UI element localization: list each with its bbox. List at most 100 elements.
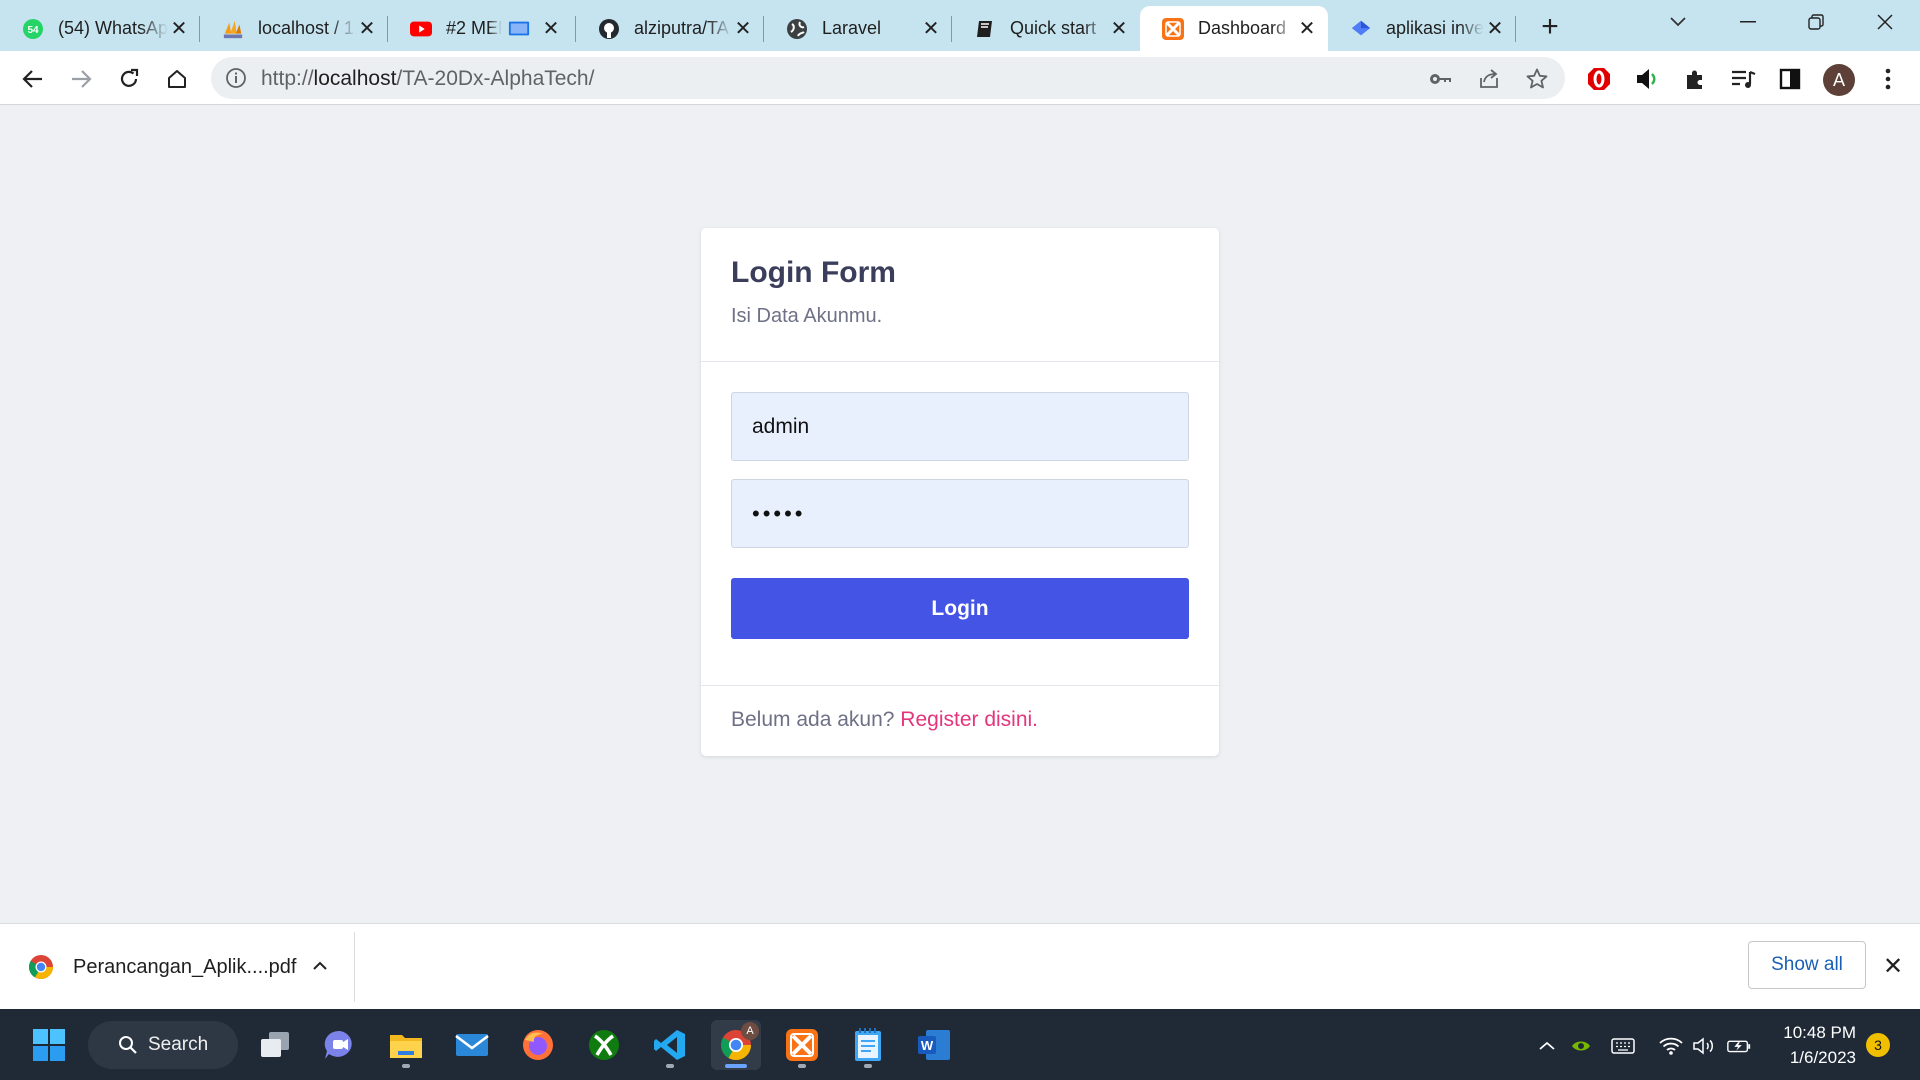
side-panel-icon[interactable] [1776,65,1804,93]
puzzle-extensions-icon[interactable] [1681,65,1709,93]
show-all-button[interactable]: Show all [1748,941,1866,989]
url-scheme: http:// [261,67,314,90]
reload-button[interactable] [111,61,147,97]
keyboard-icon[interactable] [1610,1033,1636,1059]
profile-avatar[interactable]: A [1823,64,1855,96]
new-tab-button[interactable]: + [1533,10,1567,44]
restore-button[interactable] [1783,0,1849,44]
close-icon[interactable]: ✕ [1484,18,1506,40]
wifi-icon[interactable] [1658,1033,1684,1059]
volume-extension-icon[interactable] [1633,65,1661,93]
url-path: /TA-20Dx-AlphaTech/ [396,67,595,90]
media-queue-icon[interactable] [1729,65,1757,93]
search-icon [119,1036,137,1054]
login-button[interactable]: Login [731,578,1189,639]
tab-github[interactable]: alziputra/TA ✕ [576,6,764,51]
close-icon[interactable]: ✕ [732,18,754,40]
whatsapp-icon: 54 [22,18,44,40]
diamond-icon [1350,18,1372,40]
close-icon[interactable]: ✕ [1108,18,1130,40]
task-view-icon[interactable] [250,1020,300,1070]
url-host: localhost [313,67,397,90]
kebab-menu-icon[interactable] [1874,65,1902,93]
close-icon[interactable]: ✕ [356,18,378,40]
card-header: Login Form Isi Data Akunmu. [701,228,1219,362]
card-body: admin ••••• Login [701,362,1219,686]
tab-separator [1515,16,1516,42]
taskbar-search[interactable]: Search [88,1021,238,1069]
forward-button[interactable] [63,61,99,97]
clock-time: 10:48 PM [1783,1023,1856,1042]
tab-phpmyadmin[interactable]: localhost / 127.0.0.1 ✕ [200,6,388,51]
battery-charging-icon[interactable] [1726,1033,1752,1059]
key-icon[interactable] [1429,67,1453,91]
share-icon[interactable] [1477,67,1501,91]
screen-share-icon [508,18,530,40]
tab-search-chevron-icon[interactable] [1645,0,1711,44]
back-button[interactable] [15,61,51,97]
tab-title: (54) WhatsApp [58,18,168,38]
register-link[interactable]: Register disini. [900,708,1038,731]
xampp-icon [1162,17,1184,40]
running-indicator [402,1064,410,1068]
close-icon[interactable]: ✕ [540,18,562,40]
notepad-icon[interactable] [843,1020,893,1070]
teams-chat-icon[interactable] [315,1020,365,1070]
card-footer: Belum ada akun? Register disini. [701,686,1219,732]
book-icon [974,18,996,40]
tab-youtube[interactable]: #2 MEN ✕ [388,6,576,51]
globe-icon [786,18,808,40]
file-explorer-icon[interactable] [381,1020,431,1070]
show-hidden-icons-chevron[interactable] [1534,1033,1560,1059]
close-icon[interactable]: ✕ [920,18,942,40]
tab-title: Laravel [822,18,882,38]
volume-icon[interactable] [1692,1033,1718,1059]
url-text[interactable]: http://localhost/TA-20Dx-AlphaTech/ [261,67,594,91]
page-viewport: Login Form Isi Data Akunmu. admin ••••• … [0,106,1920,923]
windows-taskbar: Search A W 10:48 PM 1/6/2023 3 [0,1009,1920,1080]
running-indicator [725,1064,747,1068]
firefox-icon[interactable] [513,1020,563,1070]
address-bar[interactable]: http://localhost/TA-20Dx-AlphaTech/ [211,57,1565,99]
phpmyadmin-icon [222,18,244,40]
tab-dashboard[interactable]: Dashboard ✕ [1140,6,1328,51]
minimize-button[interactable] [1715,0,1781,44]
tab-whatsapp[interactable]: 54 (54) WhatsApp ✕ [0,6,200,51]
opera-extension-icon[interactable] [1585,65,1613,93]
tab-title: alziputra/TA [634,18,729,38]
mail-icon[interactable] [447,1020,497,1070]
username-input[interactable]: admin [731,392,1189,461]
xampp-taskbar-icon[interactable] [777,1020,827,1070]
close-window-button[interactable] [1852,0,1918,44]
bookmark-star-icon[interactable] [1525,67,1549,91]
browser-toolbar: http://localhost/TA-20Dx-AlphaTech/ A [0,51,1920,105]
close-icon[interactable]: ✕ [168,18,190,40]
tab-title: aplikasi inventaris [1386,18,1484,38]
close-shelf-icon[interactable]: ✕ [1880,953,1906,980]
tab-title: Dashboard [1198,18,1287,38]
chrome-taskbar-icon[interactable]: A [711,1020,761,1070]
svg-text:W: W [921,1038,934,1053]
windows-start-icon[interactable] [24,1020,74,1070]
clock-date: 1/6/2023 [1789,1048,1856,1067]
info-icon[interactable] [225,67,247,89]
taskbar-clock[interactable]: 10:48 PM 1/6/2023 [1760,1020,1856,1070]
shelf-divider [354,932,355,1002]
no-account-text: Belum ada akun? [731,708,901,731]
download-file-name[interactable]: Perancangan_Aplik....pdf [73,956,297,979]
tab-quick-start[interactable]: Quick start ✕ [952,6,1140,51]
word-icon[interactable]: W [909,1020,959,1070]
vscode-icon[interactable] [645,1020,695,1070]
login-subtitle: Isi Data Akunmu. [731,305,883,327]
nvidia-icon[interactable] [1568,1033,1594,1059]
chevron-up-icon[interactable] [308,954,332,978]
tab-laravel[interactable]: Laravel ✕ [764,6,952,51]
password-input[interactable]: ••••• [731,479,1189,548]
xbox-icon[interactable] [579,1020,629,1070]
notification-badge[interactable]: 3 [1866,1033,1890,1057]
close-icon[interactable]: ✕ [1296,18,1318,40]
tab-aplikasi[interactable]: aplikasi inventaris ✕ [1328,6,1516,51]
chrome-file-icon [28,954,54,980]
home-button[interactable] [159,61,195,97]
login-title: Login Form [731,256,896,289]
